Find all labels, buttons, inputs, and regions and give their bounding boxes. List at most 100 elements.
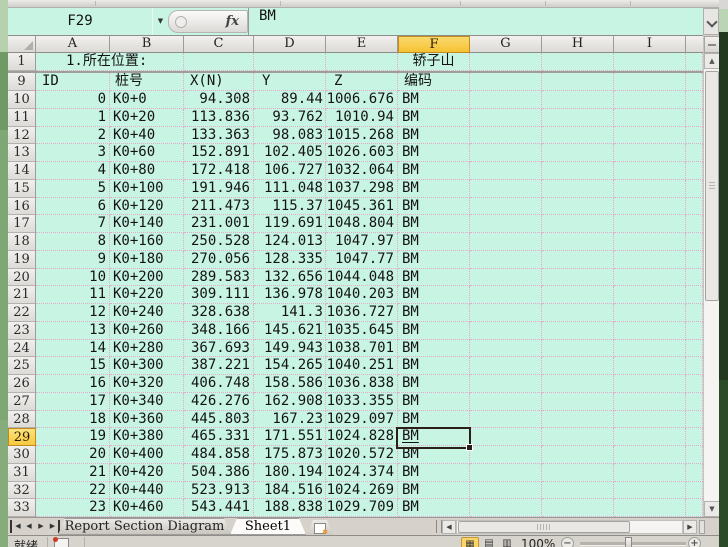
cell-id[interactable]: 0 (36, 91, 110, 109)
cell-empty[interactable] (686, 180, 703, 198)
horizontal-split-handle[interactable] (699, 520, 705, 534)
cell-empty[interactable] (614, 127, 686, 145)
insert-function-button-icon[interactable] (175, 16, 187, 28)
cell-z[interactable]: 1024.828 (326, 428, 398, 446)
cell-stake[interactable]: K0+140 (110, 215, 184, 233)
cell-empty[interactable] (686, 198, 703, 216)
insert-function-area[interactable]: fx (168, 10, 248, 33)
cell-empty[interactable] (686, 162, 703, 180)
cell-empty[interactable] (542, 411, 614, 429)
cell-x[interactable]: 289.583 (184, 269, 254, 287)
cell-id[interactable]: 12 (36, 304, 110, 322)
zoom-out-button[interactable]: − (561, 537, 574, 547)
cell-x[interactable]: 328.638 (184, 304, 254, 322)
cell-empty[interactable] (542, 162, 614, 180)
cell-empty[interactable] (542, 304, 614, 322)
cell-empty[interactable] (686, 73, 703, 91)
cell-empty[interactable] (614, 428, 686, 446)
row-header[interactable]: 13 (8, 144, 36, 162)
cell-empty[interactable] (686, 144, 703, 162)
cell-empty[interactable] (686, 340, 703, 358)
cell-code[interactable]: BM (398, 162, 470, 180)
cell-y[interactable]: 184.516 (254, 482, 326, 500)
cell-stake[interactable]: K0+440 (110, 482, 184, 500)
row-header[interactable]: 10 (8, 91, 36, 109)
cell-code[interactable]: BM (398, 286, 470, 304)
cell-x[interactable]: 211.473 (184, 198, 254, 216)
cell-code[interactable]: BM (398, 180, 470, 198)
cell-empty[interactable] (614, 286, 686, 304)
cell-location-value[interactable]: 轿子山 (398, 53, 470, 71)
cell-stake[interactable]: K0+300 (110, 357, 184, 375)
zoom-slider-thumb[interactable] (625, 537, 632, 547)
cell-x[interactable]: 406.748 (184, 375, 254, 393)
cell-stake[interactable]: K0+220 (110, 286, 184, 304)
cell-empty[interactable] (542, 91, 614, 109)
cell-code[interactable]: BM (398, 251, 470, 269)
cell-empty[interactable] (686, 357, 703, 375)
formula-input[interactable]: BM (248, 8, 703, 35)
cell-empty[interactable] (686, 91, 703, 109)
cell-id[interactable]: 21 (36, 464, 110, 482)
cell-y[interactable]: 145.621 (254, 322, 326, 340)
cell-x[interactable]: 465.331 (184, 428, 254, 446)
cell-empty[interactable] (470, 357, 542, 375)
cell-z[interactable]: 1040.203 (326, 286, 398, 304)
cell-empty[interactable] (542, 375, 614, 393)
cell-empty[interactable] (470, 375, 542, 393)
previous-sheet-button[interactable]: ◀ (23, 520, 35, 533)
cell-code[interactable]: BM (398, 446, 470, 464)
cell-z[interactable]: 1010.94 (326, 109, 398, 127)
cell-id[interactable]: 19 (36, 428, 110, 446)
cell-empty[interactable] (686, 215, 703, 233)
cell-empty[interactable] (614, 180, 686, 198)
cell-empty[interactable] (614, 53, 686, 71)
cell-code[interactable]: BM (398, 340, 470, 358)
row-header[interactable]: 16 (8, 198, 36, 216)
view-page-break-button[interactable]: ▥ (498, 537, 516, 547)
cell-empty[interactable] (614, 251, 686, 269)
cell-z[interactable]: 1024.269 (326, 482, 398, 500)
cell-empty[interactable] (686, 482, 703, 500)
column-header-F[interactable]: F (398, 36, 470, 53)
cell-empty[interactable] (686, 109, 703, 127)
cell-x[interactable]: 445.803 (184, 411, 254, 429)
cell-empty[interactable] (686, 411, 703, 429)
cell-empty[interactable] (614, 215, 686, 233)
cell-empty[interactable] (542, 53, 614, 71)
cell-empty[interactable] (470, 180, 542, 198)
cell-header-id[interactable]: ID (36, 73, 110, 91)
cell-empty[interactable] (254, 53, 326, 71)
cell-stake[interactable]: K0+280 (110, 340, 184, 358)
row-header[interactable]: 32 (8, 482, 36, 500)
cell-empty[interactable] (470, 428, 542, 446)
cell-empty[interactable] (542, 286, 614, 304)
cell-x[interactable]: 94.308 (184, 91, 254, 109)
scroll-up-button[interactable]: ▲ (704, 53, 720, 69)
cell-empty[interactable] (542, 144, 614, 162)
column-header-B[interactable]: B (110, 36, 184, 53)
cell-code[interactable]: BM (398, 109, 470, 127)
cell-x[interactable]: 250.528 (184, 233, 254, 251)
cell-empty[interactable] (470, 269, 542, 287)
cell-stake[interactable]: K0+400 (110, 446, 184, 464)
cell-stake[interactable]: K0+460 (110, 499, 184, 517)
cell-empty[interactable] (614, 91, 686, 109)
row-header[interactable]: 12 (8, 127, 36, 145)
cell-stake[interactable]: K0+0 (110, 91, 184, 109)
cell-empty[interactable] (470, 53, 542, 71)
cell-x[interactable]: 270.056 (184, 251, 254, 269)
cell-empty[interactable] (542, 464, 614, 482)
cell-empty[interactable] (686, 322, 703, 340)
cell-empty[interactable] (614, 499, 686, 517)
cell-empty[interactable] (470, 144, 542, 162)
cell-empty[interactable] (470, 286, 542, 304)
cell-empty[interactable] (686, 446, 703, 464)
cell-empty[interactable] (470, 446, 542, 464)
cell-id[interactable]: 10 (36, 269, 110, 287)
fx-icon[interactable]: fx (226, 14, 239, 29)
cell-id[interactable]: 22 (36, 482, 110, 500)
cell-empty[interactable] (470, 91, 542, 109)
cell-z[interactable]: 1036.727 (326, 304, 398, 322)
cell-empty[interactable] (470, 251, 542, 269)
